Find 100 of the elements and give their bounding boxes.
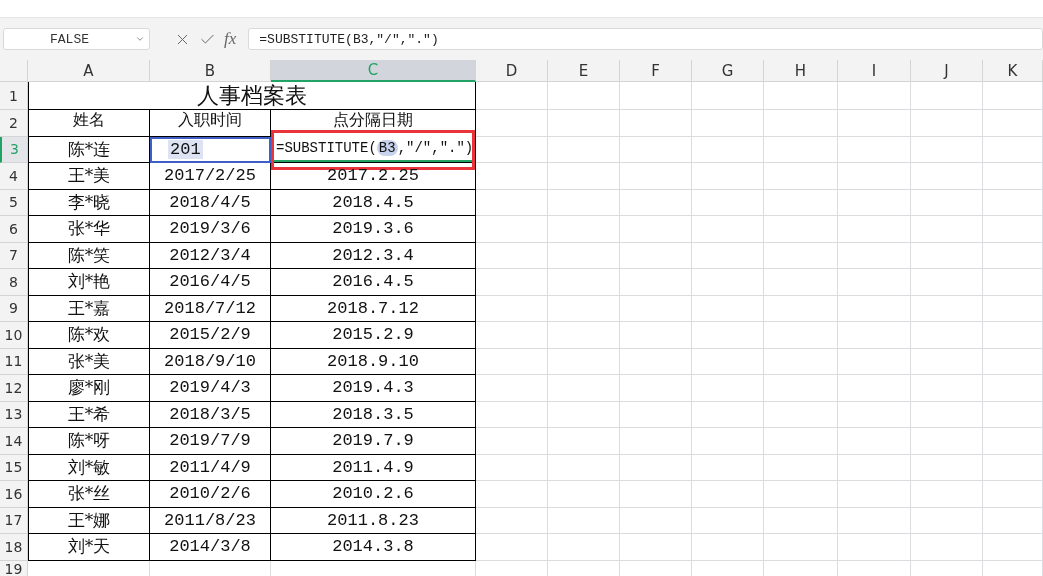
empty-cell[interactable] [548, 375, 620, 402]
empty-cell[interactable] [911, 295, 983, 322]
column-header[interactable]: J [911, 60, 983, 82]
empty-cell[interactable] [692, 110, 764, 137]
empty-cell[interactable] [620, 269, 692, 296]
column-header[interactable]: K [983, 60, 1043, 82]
empty-cell[interactable] [548, 163, 620, 190]
column-header[interactable]: B [150, 60, 271, 82]
cell-editor[interactable]: =SUBSTITUTE(B3,″/″,″.″) [272, 135, 474, 162]
empty-cell[interactable] [983, 428, 1043, 455]
empty-cell[interactable] [548, 110, 620, 137]
row-header[interactable]: 12 [0, 375, 28, 402]
empty-cell[interactable] [838, 428, 911, 455]
column-header[interactable]: G [692, 60, 764, 82]
empty-cell[interactable] [838, 295, 911, 322]
empty-cell[interactable] [983, 401, 1043, 428]
empty-cell[interactable] [764, 401, 838, 428]
empty-cell[interactable] [620, 481, 692, 508]
empty-cell[interactable] [983, 534, 1043, 561]
empty-cell[interactable] [692, 242, 764, 269]
empty-cell[interactable] [548, 269, 620, 296]
empty-cell[interactable] [620, 110, 692, 137]
empty-cell[interactable] [548, 507, 620, 534]
empty-cell[interactable] [764, 110, 838, 137]
row-header[interactable]: 13 [0, 401, 28, 428]
empty-cell[interactable] [838, 454, 911, 481]
empty-cell[interactable] [620, 507, 692, 534]
empty-cell[interactable] [764, 481, 838, 508]
empty-cell[interactable] [983, 481, 1043, 508]
empty-cell[interactable] [764, 507, 838, 534]
name-box[interactable]: FALSE [3, 28, 150, 50]
empty-cell[interactable] [983, 82, 1043, 110]
empty-cell[interactable] [692, 375, 764, 402]
empty-cell[interactable] [620, 401, 692, 428]
empty-cell[interactable] [983, 375, 1043, 402]
empty-cell[interactable] [548, 428, 620, 455]
row-header[interactable]: 11 [0, 348, 28, 375]
empty-cell[interactable] [620, 348, 692, 375]
empty-cell[interactable] [911, 454, 983, 481]
empty-cell[interactable] [838, 322, 911, 349]
empty-cell[interactable] [911, 348, 983, 375]
row-header[interactable]: 1 [0, 82, 28, 110]
empty-cell[interactable] [476, 322, 548, 349]
empty-cell[interactable] [548, 136, 620, 163]
row-header[interactable]: 9 [0, 295, 28, 322]
empty-cell[interactable] [911, 189, 983, 216]
empty-cell[interactable] [838, 189, 911, 216]
empty-cell[interactable] [838, 110, 911, 137]
empty-cell[interactable] [838, 163, 911, 190]
empty-cell[interactable] [620, 375, 692, 402]
row-header[interactable]: 16 [0, 481, 28, 508]
empty-cell[interactable] [620, 163, 692, 190]
empty-cell[interactable] [548, 295, 620, 322]
empty-cell[interactable] [764, 269, 838, 296]
empty-cell[interactable] [911, 534, 983, 561]
empty-cell[interactable] [476, 269, 548, 296]
row-header[interactable]: 4 [0, 163, 28, 190]
empty-cell[interactable] [983, 163, 1043, 190]
empty-cell[interactable] [692, 216, 764, 243]
empty-cell[interactable] [983, 507, 1043, 534]
empty-cell[interactable] [476, 428, 548, 455]
empty-cell[interactable] [548, 401, 620, 428]
empty-cell[interactable] [911, 401, 983, 428]
selected-cell[interactable]: 201 [150, 136, 271, 163]
empty-cell[interactable] [911, 428, 983, 455]
empty-cell[interactable] [838, 534, 911, 561]
empty-cell[interactable] [911, 322, 983, 349]
empty-cell[interactable] [838, 375, 911, 402]
empty-cell[interactable] [476, 454, 548, 481]
empty-cell[interactable] [620, 216, 692, 243]
row-header[interactable]: 15 [0, 454, 28, 481]
empty-cell[interactable] [692, 269, 764, 296]
empty-cell[interactable] [476, 189, 548, 216]
row-header[interactable]: 17 [0, 507, 28, 534]
empty-cell[interactable] [838, 82, 911, 110]
empty-cell[interactable] [692, 189, 764, 216]
empty-cell[interactable] [911, 507, 983, 534]
row-header[interactable]: 10 [0, 322, 28, 349]
empty-cell[interactable] [764, 348, 838, 375]
column-header[interactable]: A [28, 60, 150, 82]
empty-cell[interactable] [476, 242, 548, 269]
empty-cell[interactable] [548, 82, 620, 110]
empty-cell[interactable] [764, 189, 838, 216]
empty-cell[interactable] [983, 269, 1043, 296]
empty-cell[interactable] [548, 189, 620, 216]
empty-cell[interactable] [692, 401, 764, 428]
empty-cell[interactable] [983, 454, 1043, 481]
empty-cell[interactable] [911, 269, 983, 296]
empty-cell[interactable] [476, 507, 548, 534]
empty-cell[interactable] [911, 481, 983, 508]
empty-cell[interactable] [983, 322, 1043, 349]
empty-cell[interactable] [838, 401, 911, 428]
empty-cell[interactable] [838, 242, 911, 269]
empty-cell[interactable] [476, 295, 548, 322]
dropdown-icon[interactable] [135, 34, 145, 44]
empty-cell[interactable] [911, 375, 983, 402]
empty-cell[interactable] [692, 295, 764, 322]
empty-cell[interactable] [692, 136, 764, 163]
empty-cell[interactable] [476, 82, 548, 110]
empty-cell[interactable] [983, 348, 1043, 375]
